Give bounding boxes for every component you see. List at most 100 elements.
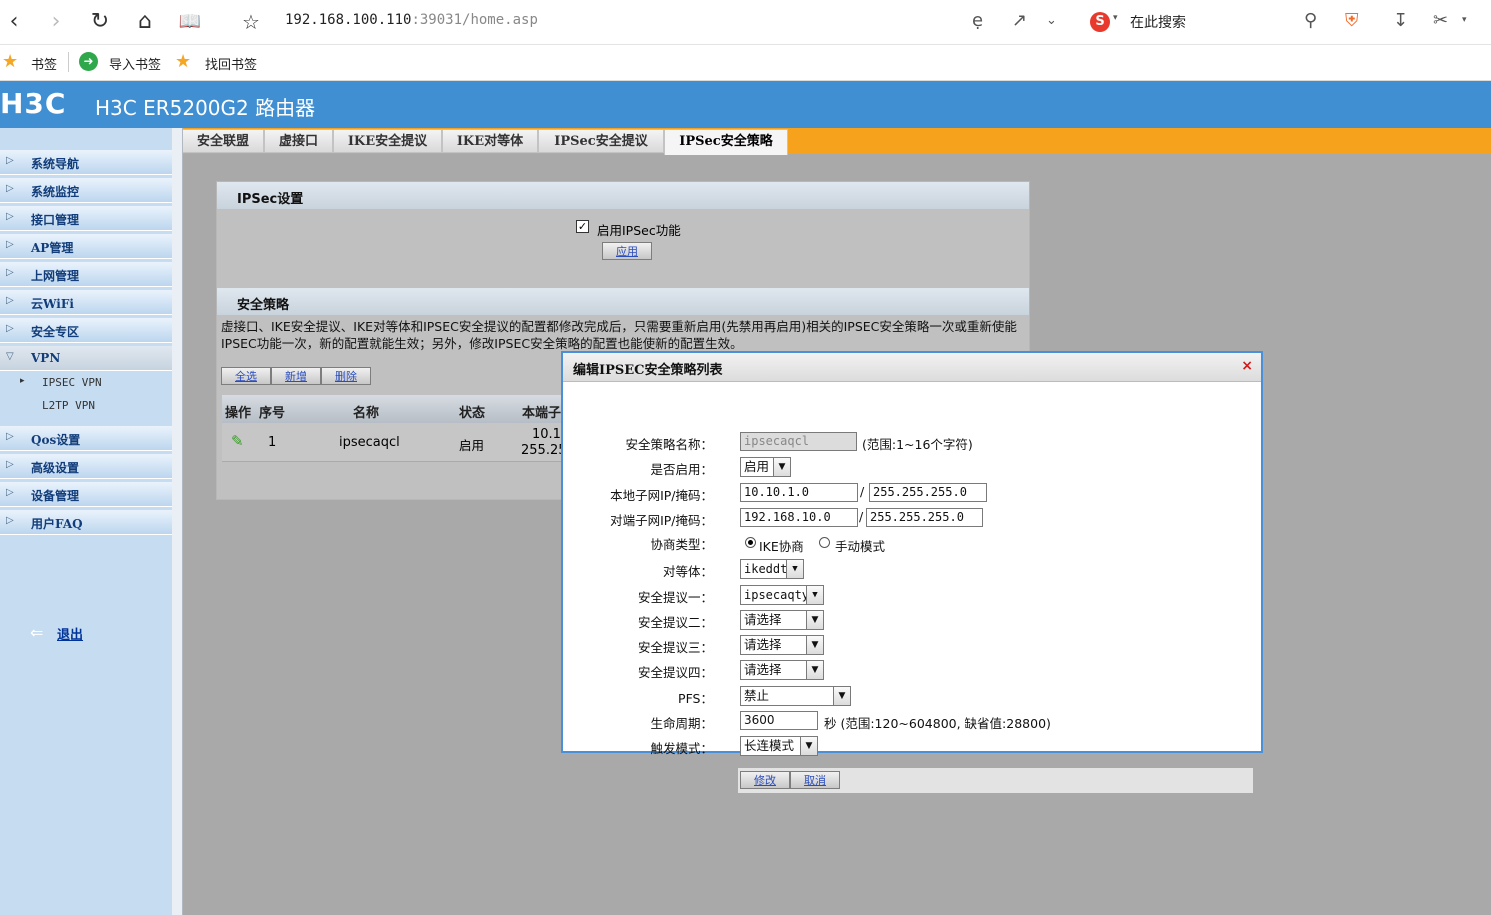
trigger-select[interactable]: 长连模式 ▼ [740,736,818,756]
sidebar-subitem-ipsec-vpn[interactable]: ▸ IPSEC VPN [0,372,172,394]
tab-ipsec-policy[interactable]: IPSec安全策略 [664,129,788,155]
delete-button[interactable]: 删除 [321,367,371,385]
sidebar-item-internet[interactable]: ▷ 上网管理 [0,262,172,287]
tab-bar: 安全联盟 虚接口 IKE安全提议 IKE对等体 IPSec安全提议 IPSec安… [182,128,1491,155]
sidebar-item-system-monitor[interactable]: ▷ 系统监控 [0,178,172,203]
sidebar-item-advanced[interactable]: ▷ 高级设置 [0,454,172,479]
peer-select[interactable]: ikeddt ▼ [740,559,804,579]
search-input[interactable]: 在此搜索 [1130,12,1186,32]
local-mask-field[interactable]: 255.255.255.0 [869,483,987,502]
policy-name-field[interactable]: ipsecaqcl [740,432,857,451]
pfs-select[interactable]: 禁止 ▼ [740,686,851,706]
sidebar-item-ap[interactable]: ▷ AP管理 [0,234,172,259]
game-icon[interactable]: ⛨ [1345,10,1359,31]
reader-icon[interactable]: 📖 [176,8,204,36]
address-bar[interactable]: 192.168.100.110:39031/home.asp [285,12,538,28]
ike-radio-label: IKE协商 [759,539,804,554]
bookmark-bar: ★ 书签 ➜ 导入书签 ★ 找回书签 [0,45,1491,81]
select-value: ipsecaqty [744,588,810,602]
select-value: 请选择 [744,637,782,652]
manual-radio-label: 手动模式 [835,539,886,554]
remote-mask-field[interactable]: 255.255.255.0 [866,508,983,527]
section-title: 安全策略 [237,298,290,313]
sidebar-item-label: 系统监控 [31,185,80,199]
scissors-dropdown-icon[interactable]: ▾ [1462,15,1467,25]
proposal1-label: 安全提议一： [637,590,713,605]
proposal2-select[interactable]: 请选择 ▼ [740,610,824,630]
tab-security-association[interactable]: 安全联盟 [182,129,264,153]
sidebar-item-device[interactable]: ▷ 设备管理 [0,482,172,507]
lifetime-hint: 秒 (范围:120~604800, 缺省值:28800) [824,716,1051,731]
close-icon[interactable]: × [1241,358,1253,374]
sidebar-item-interface[interactable]: ▷ 接口管理 [0,206,172,231]
sidebar-item-vpn[interactable]: ▽ VPN [0,346,172,371]
manual-radio[interactable] [819,537,830,548]
sidebar-subitem-l2tp-vpn[interactable]: L2TP VPN [0,395,172,417]
expand-icon: ▷ [6,431,14,442]
cancel-button[interactable]: 取消 [790,771,840,789]
chevron-down-icon[interactable]: ⌄ [1046,13,1057,28]
sidebar-item-system-nav[interactable]: ▷ 系统导航 [0,150,172,175]
reload-icon[interactable]: ↻ [86,8,114,36]
forward-icon[interactable]: › [42,8,70,36]
sidebar-item-qos[interactable]: ▷ Qos设置 [0,426,172,451]
sidebar-item-label: 云WiFi [31,297,74,311]
chevron-down-icon: ▼ [806,586,823,604]
select-value: 禁止 [744,688,770,703]
add-button[interactable]: 新增 [271,367,321,385]
lifetime-field[interactable]: 3600 [740,711,818,730]
expand-icon: ▷ [6,155,14,166]
sidebar-item-label: Qos设置 [31,433,81,447]
bookmarks-link[interactable]: 书签 [31,54,57,73]
col-index: 序号 [259,406,286,421]
ie-icon[interactable]: ẹ [972,10,983,31]
search-engine-dropdown-icon[interactable]: ▾ [1113,13,1118,23]
sidebar-item-faq[interactable]: ▷ 用户FAQ [0,510,172,535]
apply-button[interactable]: 应用 [602,242,652,260]
search-box[interactable]: S ▾ 在此搜索 [1090,8,1325,36]
back-icon[interactable]: ‹ [0,8,28,36]
scissors-icon[interactable]: ✂ [1433,10,1448,31]
share-icon[interactable]: ↗ [1012,10,1027,31]
col-name: 名称 [353,406,380,421]
select-all-button[interactable]: 全选 [221,367,271,385]
current-arrow-icon: ▸ [20,376,25,386]
expand-icon: ▷ [6,515,14,526]
remote-ip-field[interactable]: 192.168.10.0 [740,508,858,527]
dialog-title-bar: 编辑IPSEC安全策略列表 × [563,353,1261,382]
sidebar-item-label: 安全专区 [31,325,80,339]
sidebar-item-label: 用户FAQ [31,517,83,531]
chevron-down-icon: ▼ [773,458,790,476]
local-ip-field[interactable]: 10.10.1.0 [740,483,858,502]
proposal3-select[interactable]: 请选择 ▼ [740,635,824,655]
logout-icon: ⇐ [30,623,44,642]
proposal4-select[interactable]: 请选择 ▼ [740,660,824,680]
enable-ipsec-checkbox[interactable]: ✓ [576,220,589,233]
ike-radio[interactable] [745,537,756,548]
edit-policy-dialog: 编辑IPSEC安全策略列表 × 安全策略名称： ipsecaqcl (范围:1~… [561,351,1263,756]
tab-ike-peer[interactable]: IKE对等体 [442,129,538,153]
negotiation-label: 协商类型： [650,537,713,552]
sidebar-subitem-label: IPSEC VPN [42,376,102,389]
sidebar-item-security[interactable]: ▷ 安全专区 [0,318,172,343]
divider [68,52,69,72]
tab-virtual-interface[interactable]: 虚接口 [264,129,333,153]
proposal1-select[interactable]: ipsecaqty ▼ [740,585,824,605]
tab-ipsec-proposal[interactable]: IPSec安全提议 [538,129,664,153]
star-icon[interactable]: ☆ [237,8,265,36]
home-icon[interactable]: ⌂ [131,8,159,36]
chevron-down-icon: ▼ [806,636,823,654]
modify-button[interactable]: 修改 [740,771,790,789]
ipsec-settings-header: IPSec设置 [217,182,1029,209]
download-icon[interactable]: ↧ [1393,10,1408,31]
import-bookmarks-link[interactable]: 导入书签 [109,54,161,73]
col-status: 状态 [459,406,486,421]
remote-subnet-label: 对端子网IP/掩码： [610,513,713,528]
tab-ike-proposal[interactable]: IKE安全提议 [333,129,442,153]
enable-select[interactable]: 启用 ▼ [740,457,791,477]
edit-pencil-icon[interactable]: ✎ [231,432,244,450]
router-header: H3C H3C ER5200G2 路由器 [0,81,1491,128]
sidebar-item-cloud-wifi[interactable]: ▷ 云WiFi [0,290,172,315]
recover-bookmarks-link[interactable]: 找回书签 [205,54,257,73]
search-icon[interactable]: ⚲ [1304,10,1317,31]
